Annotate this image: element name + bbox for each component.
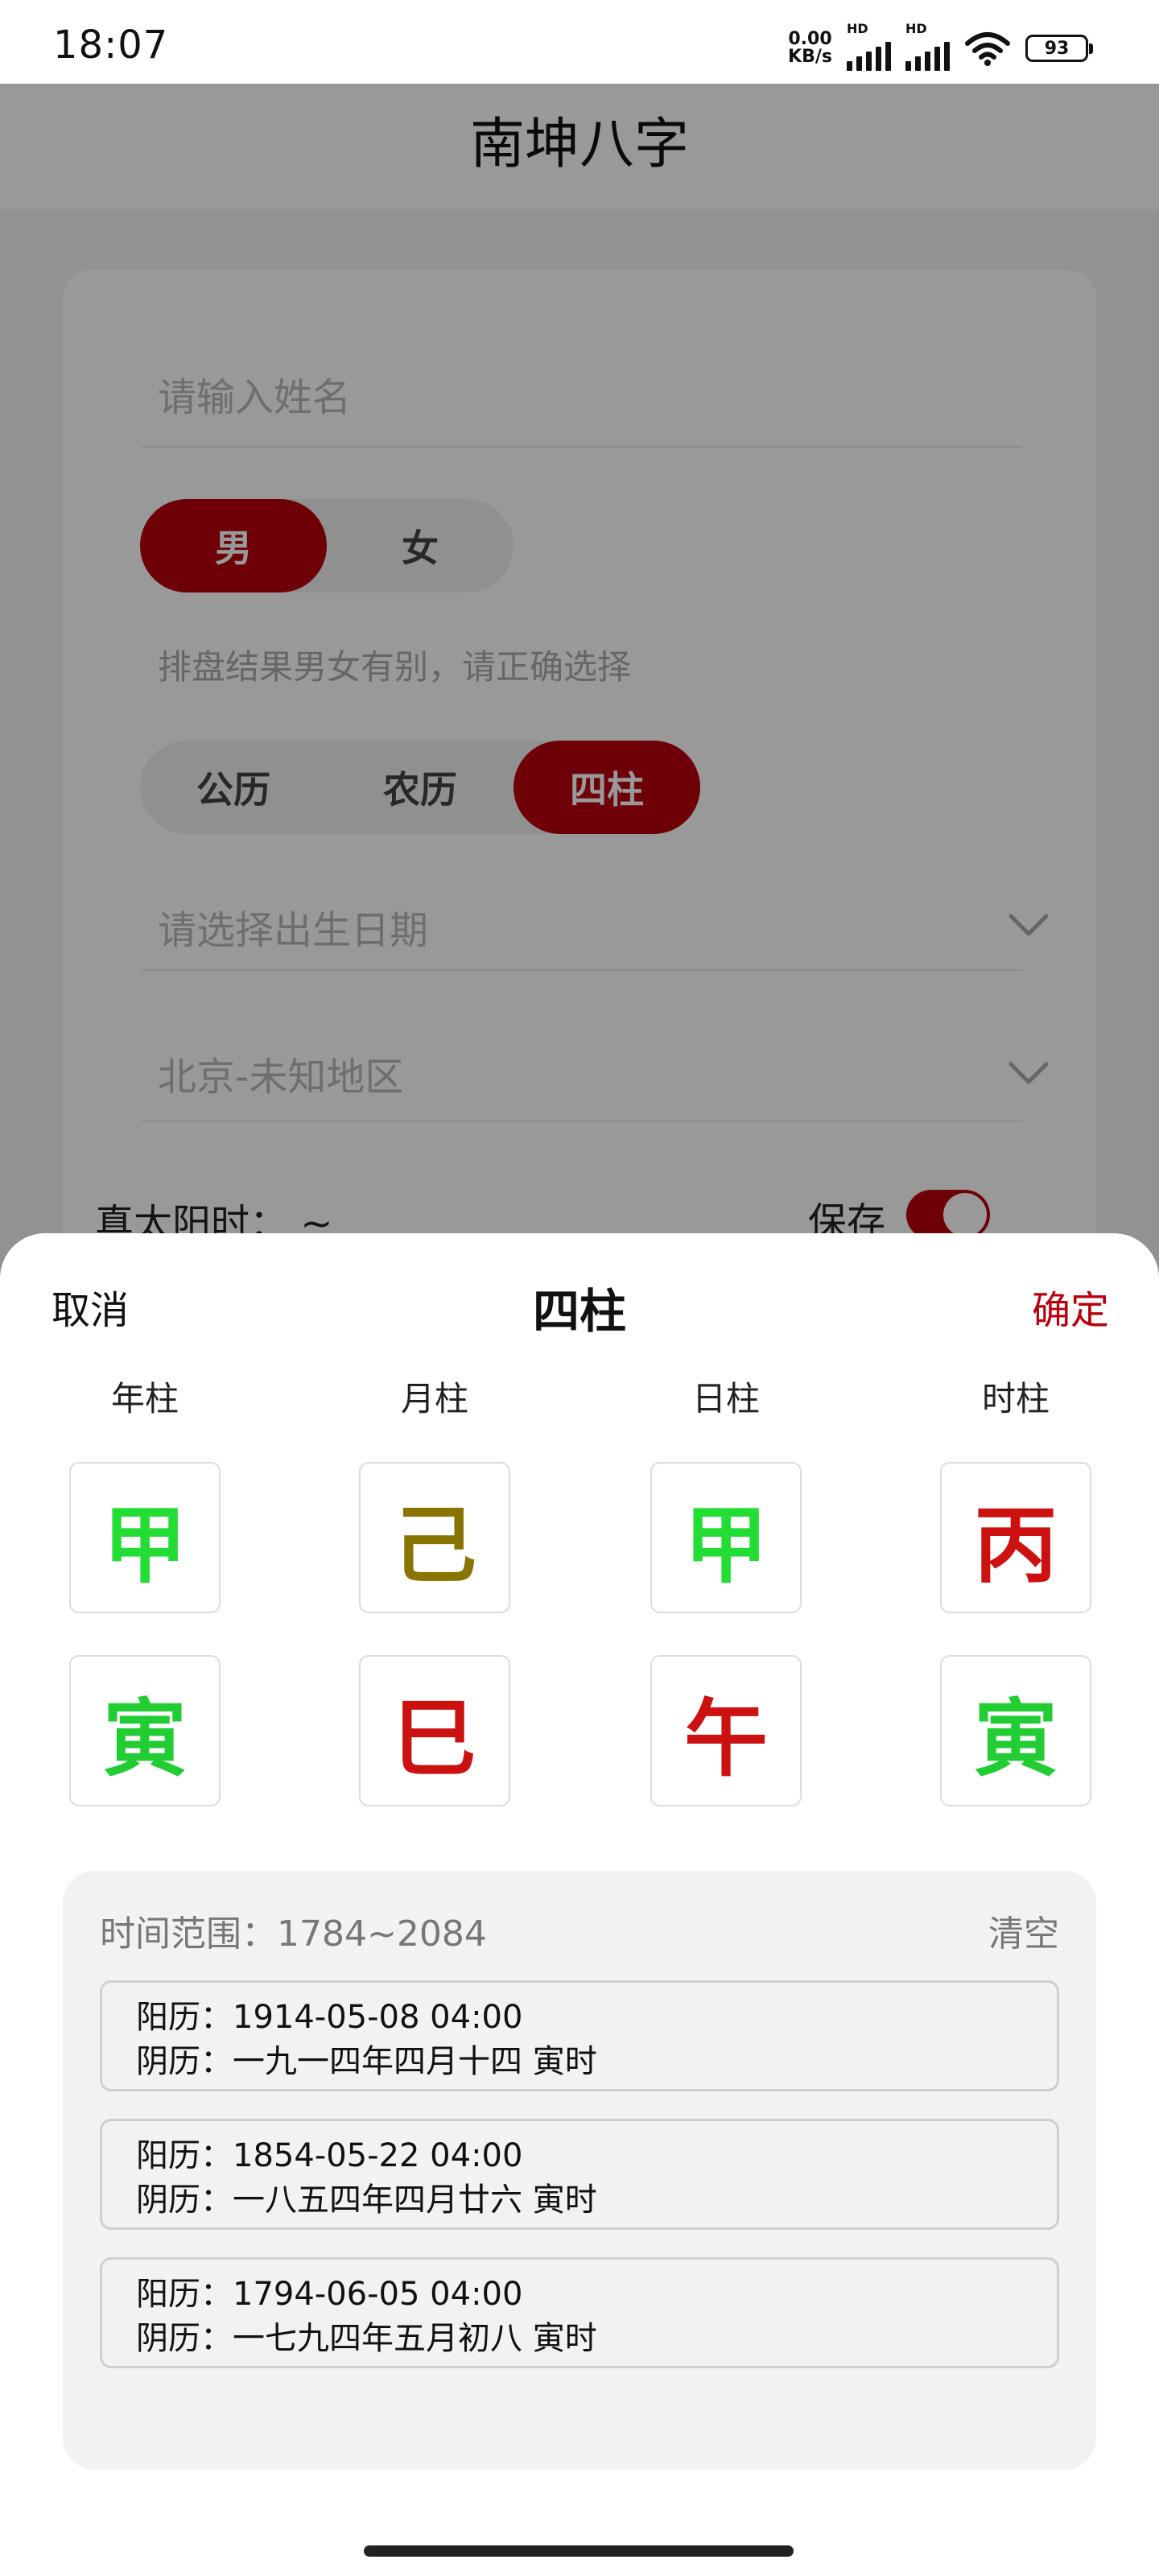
network-speed: 0.00 KB/s bbox=[788, 31, 832, 66]
clear-button[interactable]: 清空 bbox=[988, 1905, 1059, 1956]
result-item[interactable]: 阳历：1854-05-22 04:00 阴历：一八五四年四月廿六 寅时 bbox=[100, 2119, 1059, 2230]
year-stem-cell[interactable]: 甲 bbox=[69, 1462, 221, 1613]
status-icons: 0.00 KB/s HD HD 93 bbox=[788, 21, 1093, 72]
result-solar-date: 阳历：1914-05-08 04:00 bbox=[136, 1999, 523, 2036]
day-stem-cell[interactable]: 甲 bbox=[650, 1462, 802, 1613]
signal-icon: HD bbox=[905, 21, 950, 71]
status-time: 18:07 bbox=[53, 23, 169, 68]
hour-branch-cell[interactable]: 寅 bbox=[940, 1655, 1091, 1806]
result-item[interactable]: 阳历：1914-05-08 04:00 阴历：一九一四年四月十四 寅时 bbox=[100, 1980, 1059, 2091]
year-pillar-label: 年柱 bbox=[110, 1379, 179, 1418]
network-speed-value: 0.00 bbox=[788, 29, 832, 49]
month-branch-cell[interactable]: 巳 bbox=[359, 1655, 510, 1806]
home-indicator[interactable] bbox=[364, 2545, 794, 2557]
day-branch-cell[interactable]: 午 bbox=[650, 1655, 802, 1806]
sheet-title: 四柱 bbox=[532, 1284, 626, 1339]
result-item[interactable]: 阳历：1794-06-05 04:00 阴历：一七九四年五月初八 寅时 bbox=[100, 2257, 1059, 2368]
month-pillar-label: 月柱 bbox=[400, 1379, 468, 1418]
network-speed-unit: KB/s bbox=[788, 47, 832, 67]
year-branch-cell[interactable]: 寅 bbox=[69, 1655, 221, 1806]
confirm-button[interactable]: 确定 bbox=[1032, 1278, 1109, 1335]
matching-dates-panel: 时间范围：1784~2084 清空 阳历：1914-05-08 04:00 阴历… bbox=[63, 1871, 1096, 2470]
sim2-hd-label: HD bbox=[905, 21, 927, 36]
result-lunar-date: 阴历：一七九四年五月初八 寅时 bbox=[136, 2320, 597, 2357]
day-pillar-label: 日柱 bbox=[691, 1379, 760, 1418]
time-range-text: 时间范围：1784~2084 bbox=[100, 1913, 487, 1955]
result-lunar-date: 阴历：一九一四年四月十四 寅时 bbox=[136, 2043, 597, 2080]
hour-pillar-label: 时柱 bbox=[981, 1379, 1050, 1418]
sim1-hd-label: HD bbox=[847, 21, 868, 36]
status-bar: 18:07 0.00 KB/s HD HD 93 bbox=[0, 0, 1159, 84]
wifi-icon bbox=[965, 32, 1010, 66]
result-lunar-date: 阴历：一八五四年四月廿六 寅时 bbox=[136, 2182, 597, 2219]
hour-stem-cell[interactable]: 丙 bbox=[940, 1462, 1091, 1613]
result-solar-date: 阳历：1854-05-22 04:00 bbox=[136, 2137, 523, 2174]
battery-icon: 93 bbox=[1025, 35, 1093, 62]
month-stem-cell[interactable]: 己 bbox=[359, 1462, 510, 1613]
result-solar-date: 阳历：1794-06-05 04:00 bbox=[136, 2276, 523, 2313]
signal-icon: HD bbox=[847, 21, 891, 71]
four-pillars-sheet: 取消 四柱 确定 年柱 月柱 日柱 时柱 甲 己 甲 丙 寅 巳 午 寅 时间范… bbox=[0, 1233, 1159, 2576]
battery-level: 93 bbox=[1044, 38, 1070, 59]
